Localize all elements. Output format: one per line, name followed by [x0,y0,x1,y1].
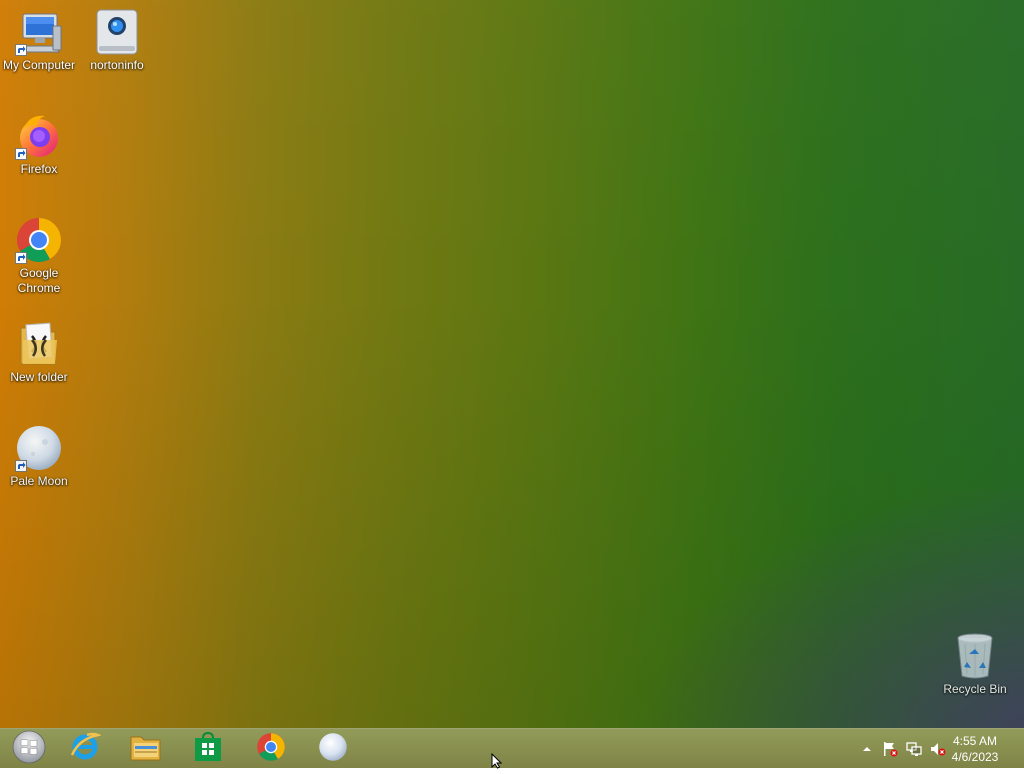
taskbar: 4:55 AM 4/6/2023 [0,728,1024,768]
windows-start-icon [11,729,47,770]
folder-icon [15,320,63,368]
norton-drive-icon [93,8,141,56]
file-explorer-icon [129,732,163,767]
desktop-icon-label: Google Chrome [17,266,61,295]
taskbar-file-explorer[interactable] [117,730,175,768]
start-button[interactable] [0,730,58,768]
taskbar-clock[interactable]: 4:55 AM 4/6/2023 [940,733,1010,765]
desktop-icon-firefox[interactable]: Firefox [1,112,77,177]
chrome-icon [15,216,63,264]
shortcut-arrow-icon [15,252,27,264]
mouse-pointer-icon [491,752,503,774]
pale-moon-icon [15,424,63,472]
desktop-icon-label: nortoninfo [90,58,144,72]
taskbar-pale-moon[interactable] [304,730,362,768]
desktop-icon-my-computer[interactable]: My Computer [1,8,77,73]
taskbar-google-chrome[interactable] [242,730,300,768]
recycle-bin-icon [951,632,999,680]
computer-icon [15,8,63,56]
shortcut-arrow-icon [15,148,27,160]
desktop-icon-label: Pale Moon [10,474,68,488]
network-icon[interactable] [905,740,923,758]
action-center-flag-icon[interactable] [881,740,899,758]
desktop-icon-google-chrome[interactable]: Google Chrome [1,216,77,296]
internet-explorer-icon [69,731,103,768]
shortcut-arrow-icon [15,460,27,472]
taskbar-store[interactable] [179,730,237,768]
clock-time: 4:55 AM [952,734,998,748]
desktop-icon-new-folder[interactable]: New folder [1,320,77,385]
taskbar-internet-explorer[interactable] [56,730,114,768]
clock-date: 4/6/2023 [951,750,999,764]
shortcut-arrow-icon [15,44,27,56]
pale-moon-icon [318,732,348,767]
desktop-icon-label: My Computer [2,58,76,72]
store-icon [193,731,223,767]
chrome-icon [256,732,286,767]
firefox-icon [15,112,63,160]
desktop-icon-label: Recycle Bin [943,682,1007,696]
desktop-icon-nortoninfo[interactable]: nortoninfo [79,8,155,73]
desktop: My Computer nortoninfo Firefox Google Ch… [0,0,1024,728]
desktop-icon-pale-moon[interactable]: Pale Moon [1,424,77,489]
desktop-icon-label: Firefox [20,162,58,176]
system-tray: 4:55 AM 4/6/2023 [834,729,1024,769]
desktop-icon-recycle-bin[interactable]: Recycle Bin [937,632,1013,697]
desktop-icon-label: New folder [10,370,68,384]
show-hidden-icons-arrow[interactable] [858,740,876,758]
